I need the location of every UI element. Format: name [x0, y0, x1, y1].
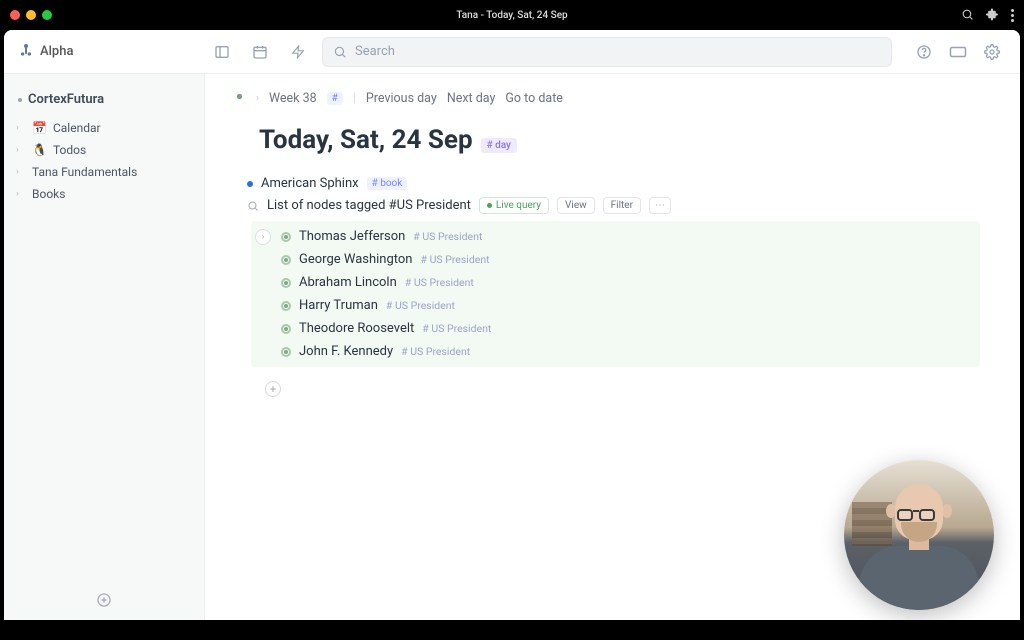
next-day-link[interactable]: Next day [447, 91, 496, 106]
sidebar-item-label: Todos [53, 143, 86, 157]
minimize-window-button[interactable] [26, 10, 36, 20]
result-row[interactable]: John F. Kennedy # US President [251, 340, 980, 363]
result-name: John F. Kennedy [299, 344, 393, 359]
sidebar-item-fundamentals[interactable]: › Tana Fundamentals [14, 161, 194, 183]
sidebar-item-calendar[interactable]: › 📅 Calendar [14, 117, 194, 139]
quick-action-icon[interactable] [284, 38, 312, 66]
result-row[interactable]: Theodore Roosevelt # US President [251, 317, 980, 340]
sidebar: CortexFutura › 📅 Calendar › 🐧 Todos › Ta… [4, 74, 204, 620]
workspace-switcher[interactable]: Alpha [18, 42, 198, 62]
more-pill[interactable]: ⋯ [649, 197, 671, 214]
result-row[interactable]: George Washington # US President [251, 248, 980, 271]
close-window-button[interactable] [10, 10, 20, 20]
workspace-root[interactable]: CortexFutura [14, 88, 194, 117]
us-president-tag[interactable]: # US President [413, 230, 482, 243]
os-window: Tana - Today, Sat, 24 Sep Alpha [0, 0, 1024, 640]
workspace-name: Alpha [40, 44, 73, 59]
sidebar-item-todos[interactable]: › 🐧 Todos [14, 139, 194, 161]
us-president-tag[interactable]: # US President [421, 253, 490, 266]
chevron-right-icon: › [16, 167, 26, 177]
node-bullet-icon [281, 255, 291, 265]
node-bullet-icon [281, 232, 291, 242]
result-row[interactable]: › Thomas Jefferson # US President [251, 225, 980, 248]
tana-logo-icon [18, 42, 34, 62]
window-title: Tana - Today, Sat, 24 Sep [456, 10, 567, 21]
content-area: American Sphinx # book List of nodes tag… [247, 173, 980, 397]
previous-day-link[interactable]: Previous day [366, 91, 437, 106]
chevron-right-icon: › [16, 145, 26, 155]
settings-icon[interactable] [978, 38, 1006, 66]
day-tag[interactable]: # day [481, 138, 517, 153]
page-title[interactable]: Today, Sat, 24 Sep [259, 125, 473, 155]
result-name: Harry Truman [299, 298, 378, 313]
query-title: List of nodes tagged #US President [267, 198, 471, 213]
bullet-icon [247, 181, 253, 187]
search-icon [247, 200, 259, 212]
view-pill[interactable]: View [557, 197, 595, 214]
chevron-right-icon: › [16, 123, 26, 133]
result-row[interactable]: Abraham Lincoln # US President [251, 271, 980, 294]
node-bullet-icon [281, 278, 291, 288]
keyboard-icon[interactable] [944, 38, 972, 66]
us-president-tag[interactable]: # US President [422, 322, 491, 335]
os-titlebar: Tana - Today, Sat, 24 Sep [0, 0, 1024, 30]
result-name: George Washington [299, 252, 413, 267]
result-name: Abraham Lincoln [299, 275, 397, 290]
separator: | [353, 91, 356, 106]
node-row-book[interactable]: American Sphinx # book [247, 173, 980, 194]
node-bullet-icon [281, 324, 291, 334]
todos-emoji-icon: 🐧 [32, 143, 47, 157]
result-name: Thomas Jefferson [299, 229, 405, 244]
more-menu-icon[interactable] [1011, 9, 1014, 22]
result-row[interactable]: Harry Truman # US President [251, 294, 980, 317]
chevron-right-icon: › [256, 93, 259, 104]
us-president-tag[interactable]: # US President [405, 276, 474, 289]
search-placeholder: Search [355, 44, 395, 59]
filter-pill[interactable]: Filter [603, 197, 641, 214]
calendar-emoji-icon: 📅 [32, 121, 47, 135]
breadcrumb-week-tag[interactable]: # [327, 92, 343, 105]
breadcrumb: › Week 38 # | Previous day Next day Go t… [229, 90, 980, 107]
us-president-tag[interactable]: # US President [401, 345, 470, 358]
sidebar-item-label: Calendar [53, 121, 101, 135]
result-name: Theodore Roosevelt [299, 321, 414, 336]
node-row-query[interactable]: List of nodes tagged #US President Live … [247, 194, 980, 217]
os-menu-extras [961, 6, 1014, 25]
expand-toggle-icon[interactable]: › [255, 229, 271, 245]
sidebar-item-books[interactable]: › Books [14, 183, 194, 205]
us-president-tag[interactable]: # US President [386, 299, 455, 312]
live-query-pill[interactable]: Live query [479, 197, 549, 214]
search-input[interactable]: Search [322, 37, 892, 67]
query-results: › Thomas Jefferson # US President George… [251, 221, 980, 367]
node-bullet-icon [281, 301, 291, 311]
traffic-lights [10, 10, 52, 20]
chevron-right-icon: › [16, 189, 26, 199]
breadcrumb-root-icon[interactable] [233, 90, 246, 107]
add-sidebar-item-button[interactable] [96, 592, 112, 612]
bullet-icon [18, 98, 22, 102]
extension-icon[interactable] [986, 6, 999, 25]
workspace-root-label: CortexFutura [28, 92, 104, 107]
node-title: American Sphinx [261, 176, 359, 191]
help-icon[interactable] [910, 38, 938, 66]
calendar-icon[interactable] [246, 38, 274, 66]
app-toolbar: Alpha Search [4, 30, 1020, 74]
webcam-overlay [844, 460, 994, 610]
goto-date-link[interactable]: Go to date [505, 91, 563, 106]
sidebar-item-label: Books [32, 187, 65, 201]
zoom-icon[interactable] [961, 6, 974, 25]
book-tag[interactable]: # book [367, 177, 408, 190]
breadcrumb-week[interactable]: Week 38 [269, 91, 317, 106]
sidebar-item-label: Tana Fundamentals [32, 165, 137, 179]
sidebar-toggle-icon[interactable] [208, 38, 236, 66]
maximize-window-button[interactable] [42, 10, 52, 20]
add-node-button[interactable]: + [265, 381, 281, 397]
search-icon [333, 45, 347, 59]
node-bullet-icon [281, 347, 291, 357]
page-title-row: Today, Sat, 24 Sep # day [259, 125, 980, 155]
